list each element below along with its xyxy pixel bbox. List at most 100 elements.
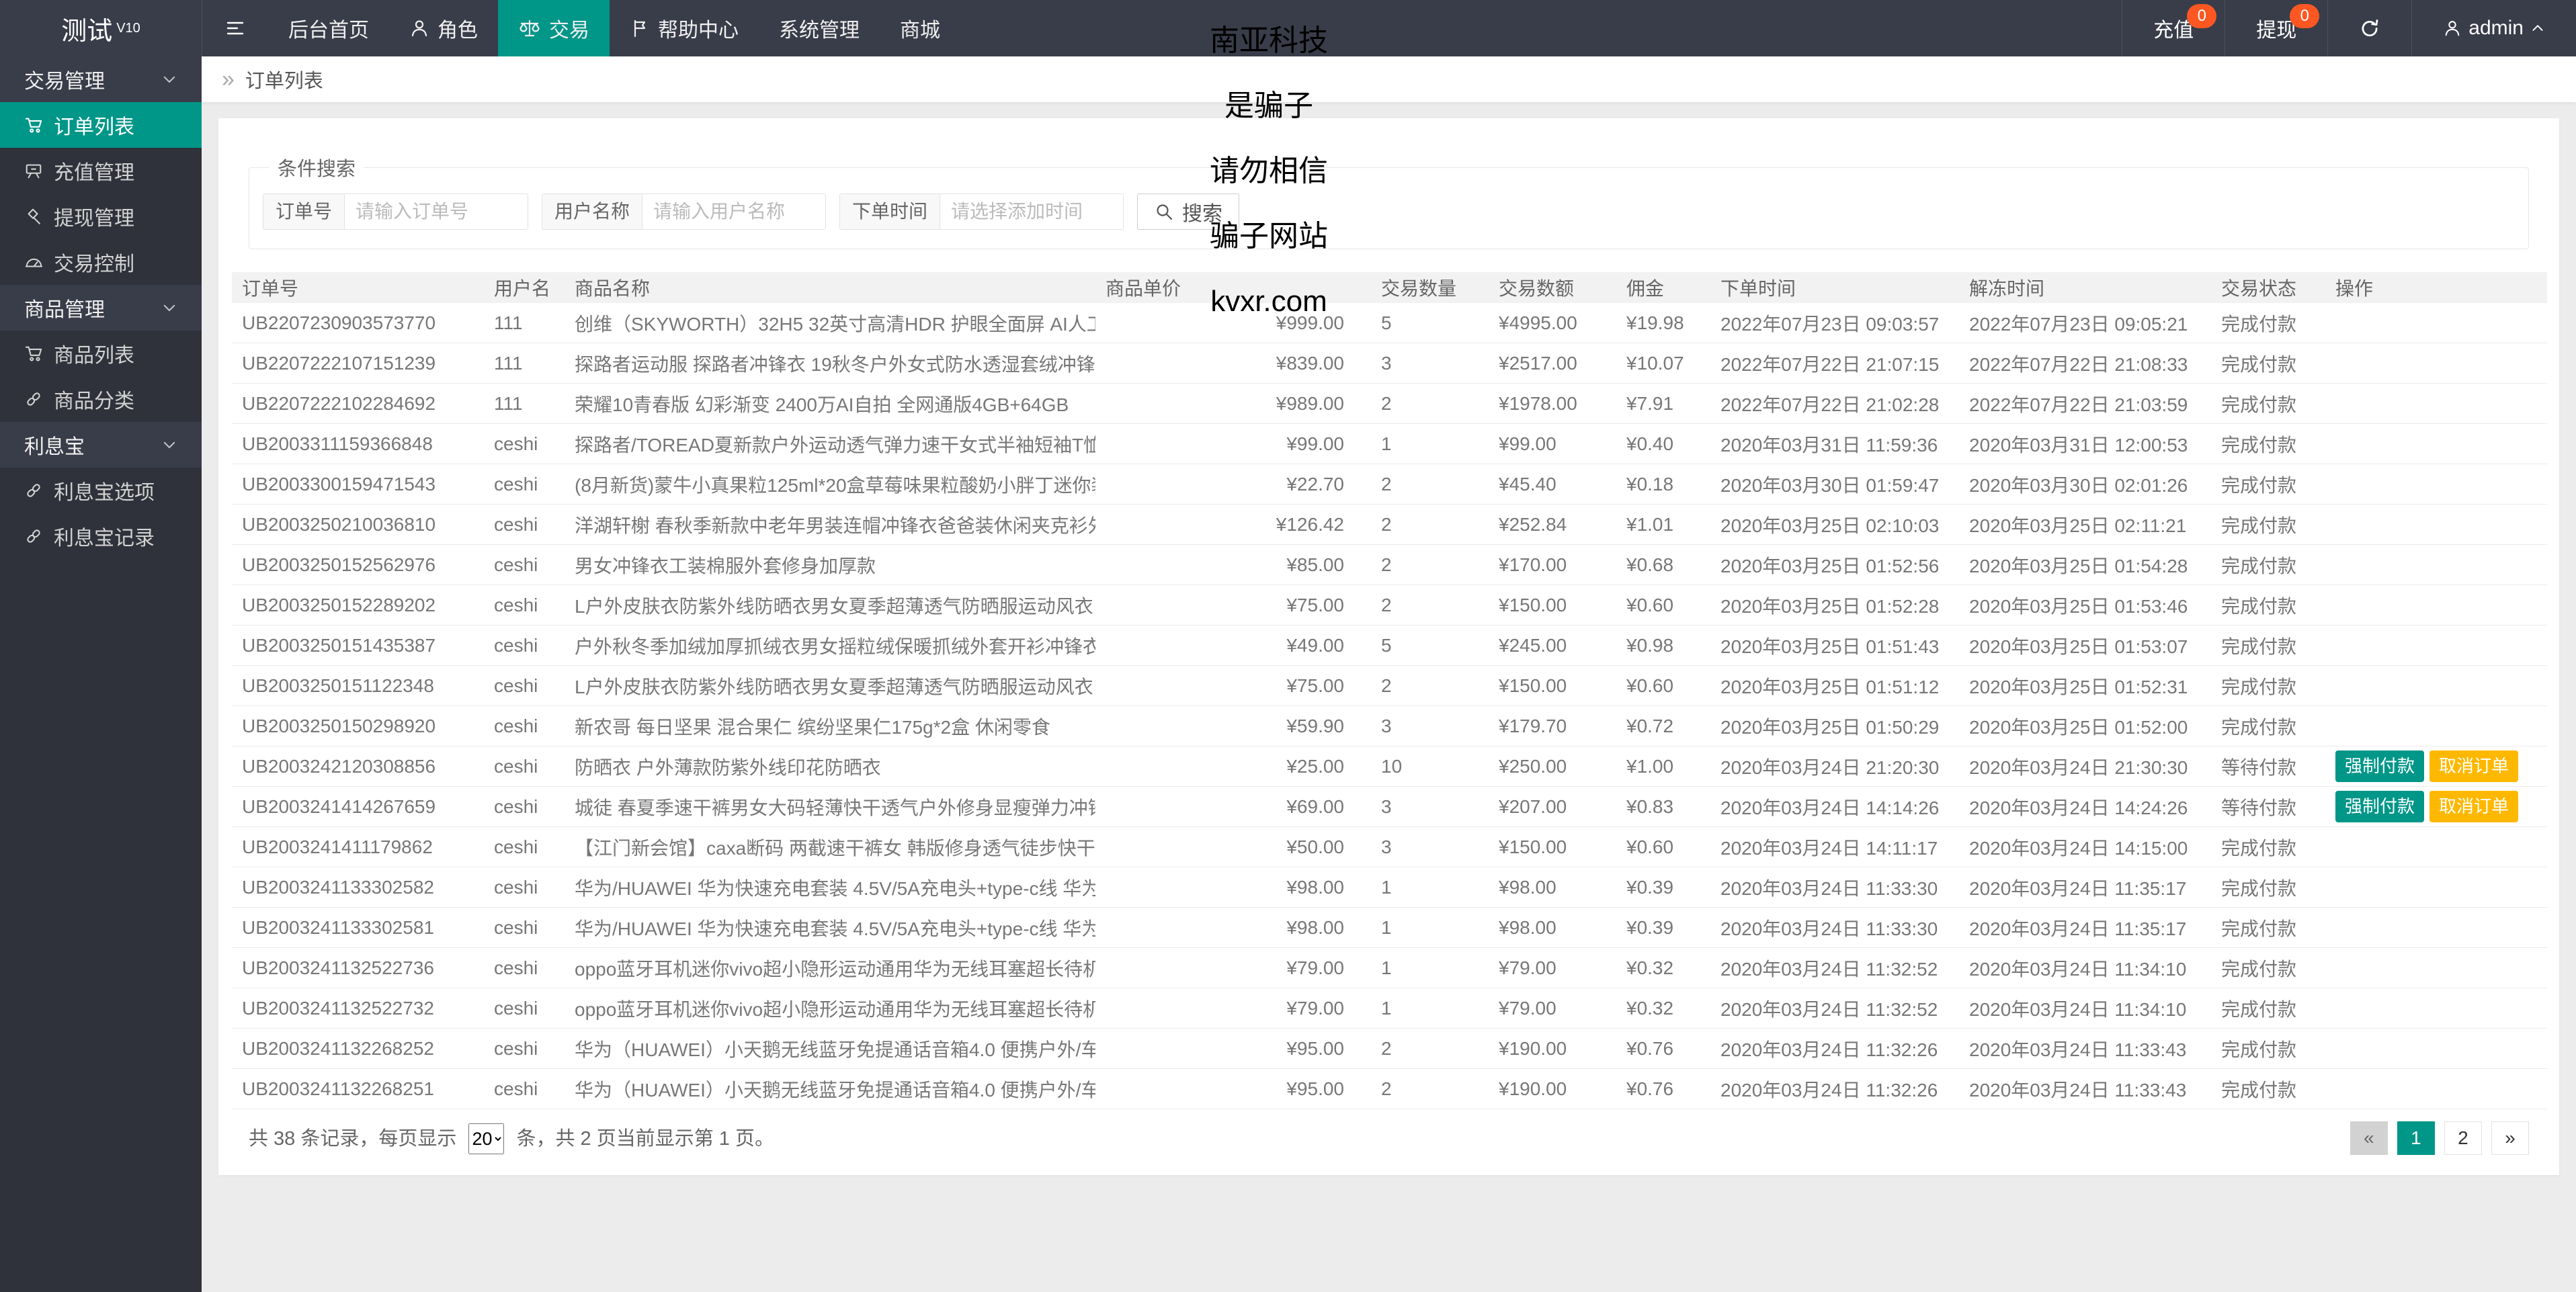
cell-status: 完成付款 (2211, 988, 2325, 1029)
search-icon (1154, 202, 1174, 222)
cell-status: 完成付款 (2211, 948, 2325, 988)
cell-username: ceshi (484, 746, 565, 787)
cell-commission: ¥0.60 (1616, 666, 1710, 706)
table-row: UB2003241132268251 ceshi 华为（HUAWEI）小天鹅无线… (232, 1069, 2547, 1109)
cell-order-no: UB2003241133302581 (232, 908, 484, 948)
col-quantity: 交易数量 (1371, 272, 1489, 303)
sidebar-item-order-list[interactable]: 订单列表 (0, 102, 202, 148)
search-button[interactable]: 搜索 (1137, 193, 1239, 230)
cell-unfreeze-time: 2020年03月24日 11:35:17 (1959, 867, 2211, 908)
cell-username: ceshi (484, 908, 565, 948)
hamburger-icon[interactable] (202, 0, 268, 56)
refresh-icon (2359, 17, 2380, 39)
sidebar-item-lixibao-records[interactable]: 利息宝记录 (0, 513, 202, 559)
sidebar-item-trade-control[interactable]: 交易控制 (0, 239, 202, 285)
cell-product: 华为（HUAWEI）小天鹅无线蓝牙免提通话音箱4.0 便携户外/车载迷你音响AM… (565, 1069, 1095, 1109)
cell-unit-price: ¥95.00 (1095, 1069, 1371, 1109)
search-panel: 条件搜索 订单号 用户名称 下单时间 (249, 153, 2529, 249)
username-input[interactable] (642, 194, 825, 229)
order-time-input[interactable] (940, 194, 1123, 229)
col-operations: 操作 (2325, 272, 2547, 303)
cancel-order-button[interactable]: 取消订单 (2429, 791, 2518, 822)
table-row: UB2207230903573770 111 创维（SKYWORTH）32H5 … (232, 303, 2547, 343)
order-no-input[interactable] (345, 194, 528, 229)
cell-quantity: 10 (1371, 746, 1489, 787)
cell-unit-price: ¥99.00 (1095, 424, 1371, 464)
chevron-down-icon (161, 437, 177, 453)
cell-status: 完成付款 (2211, 505, 2325, 545)
table-row: UB2207222107151239 111 探路者运动服 探路者冲锋衣 19秋… (232, 343, 2547, 384)
cell-product: 城徒 春夏季速干裤男女大码轻薄快干透气户外修身显瘦弹力冲锋裤 (565, 787, 1095, 827)
prev-page-button[interactable]: « (2350, 1121, 2388, 1155)
cell-amount: ¥98.00 (1489, 867, 1616, 908)
cell-order-time: 2022年07月23日 09:03:57 (1710, 303, 1959, 343)
cell-product: 探路者运动服 探路者冲锋衣 19秋冬户外女式防水透湿套绒冲锋衣TAWH92285 (565, 343, 1095, 384)
nav-item-help[interactable]: 帮助中心 (610, 0, 759, 56)
table-row: UB2003241132268252 ceshi 华为（HUAWEI）小天鹅无线… (232, 1029, 2547, 1069)
col-order-no: 订单号 (232, 272, 484, 303)
sidebar-group-trade[interactable]: 交易管理 (0, 56, 202, 102)
pagination: « 1 2 » (2346, 1121, 2529, 1155)
sidebar-item-lixibao-options[interactable]: 利息宝选项 (0, 468, 202, 513)
refresh-button[interactable] (2327, 0, 2411, 56)
cell-quantity: 1 (1371, 908, 1489, 948)
cell-unfreeze-time: 2022年07月23日 09:05:21 (1959, 303, 2211, 343)
cell-status: 完成付款 (2211, 1069, 2325, 1109)
order-no-label: 订单号 (263, 194, 345, 229)
cell-amount: ¥98.00 (1489, 908, 1616, 948)
cell-status: 等待付款 (2211, 787, 2325, 827)
sidebar-item-withdraw-mgmt[interactable]: 提现管理 (0, 193, 202, 239)
sidebar-item-goods-category[interactable]: 商品分类 (0, 376, 202, 422)
order-table-body: UB2207230903573770 111 创维（SKYWORTH）32H5 … (232, 303, 2547, 1109)
sidebar-group-goods[interactable]: 商品管理 (0, 285, 202, 331)
cell-commission: ¥0.76 (1616, 1069, 1710, 1109)
cell-product: (8月新货)蒙牛小真果粒125ml*20盒草莓味果粒酸奶小胖丁迷你装 (565, 464, 1095, 505)
cell-commission: ¥0.39 (1616, 867, 1710, 908)
page-1-button[interactable]: 1 (2397, 1121, 2435, 1155)
cell-commission: ¥0.98 (1616, 626, 1710, 666)
withdraw-button[interactable]: 提现 0 (2225, 0, 2327, 56)
cell-product: 荣耀10青春版 幻彩渐变 2400万AI自拍 全网通版4GB+64GB (565, 384, 1095, 424)
nav-item-mall[interactable]: 商城 (880, 0, 960, 56)
cell-order-time: 2020年03月25日 02:10:03 (1710, 505, 1959, 545)
cell-commission: ¥1.00 (1616, 746, 1710, 787)
app-logo-version: V10 (116, 21, 140, 36)
cell-unfreeze-time: 2020年03月25日 01:53:46 (1959, 585, 2211, 626)
page-size-select[interactable]: 20 (468, 1123, 504, 1154)
user-menu[interactable]: admin (2411, 0, 2576, 56)
sidebar-item-recharge-mgmt[interactable]: 充值管理 (0, 148, 202, 193)
page-2-button[interactable]: 2 (2444, 1121, 2482, 1155)
cell-operations: 强制付款取消订单 (2325, 787, 2547, 827)
cell-order-no: UB2003241132522736 (232, 948, 484, 988)
cell-product: L户外皮肤衣防紫外线防晒衣男女夏季超薄透气防晒服运动风衣 (565, 585, 1095, 626)
nav-item-system[interactable]: 系统管理 (759, 0, 880, 56)
pagination-summary: 共 38 条记录，每页显示 20 条，共 2 页当前显示第 1 页。 (249, 1123, 774, 1154)
cell-order-no: UB2003241411179862 (232, 827, 484, 867)
sidebar-item-goods-list[interactable]: 商品列表 (0, 331, 202, 376)
cell-commission: ¥0.39 (1616, 908, 1710, 948)
cell-order-time: 2020年03月25日 01:52:56 (1710, 545, 1959, 585)
sidebar-group-lixibao[interactable]: 利息宝 (0, 422, 202, 468)
cell-username: ceshi (484, 1069, 565, 1109)
col-commission: 佣金 (1616, 272, 1710, 303)
force-pay-button[interactable]: 强制付款 (2335, 791, 2424, 822)
cell-order-no: UB2003250152289202 (232, 585, 484, 626)
cell-username: ceshi (484, 1029, 565, 1069)
nav-item-home[interactable]: 后台首页 (268, 0, 389, 56)
next-page-button[interactable]: » (2491, 1121, 2529, 1155)
cell-amount: ¥150.00 (1489, 827, 1616, 867)
cell-unit-price: ¥839.00 (1095, 343, 1371, 384)
cancel-order-button[interactable]: 取消订单 (2429, 750, 2518, 782)
cell-amount: ¥170.00 (1489, 545, 1616, 585)
cell-unit-price: ¥49.00 (1095, 626, 1371, 666)
cell-product: 华为/HUAWEI 华为快速充电套装 4.5V/5A充电头+type-c线 华为… (565, 908, 1095, 948)
cell-unfreeze-time: 2020年03月24日 11:35:17 (1959, 908, 2211, 948)
col-username: 用户名 (484, 272, 565, 303)
force-pay-button[interactable]: 强制付款 (2335, 750, 2424, 782)
cell-status: 完成付款 (2211, 706, 2325, 746)
cell-operations (2325, 988, 2547, 1029)
cell-unit-price: ¥85.00 (1095, 545, 1371, 585)
nav-item-role[interactable]: 角色 (389, 0, 498, 56)
recharge-button[interactable]: 充值 0 (2122, 0, 2225, 56)
nav-item-trade[interactable]: 交易 (498, 0, 610, 56)
